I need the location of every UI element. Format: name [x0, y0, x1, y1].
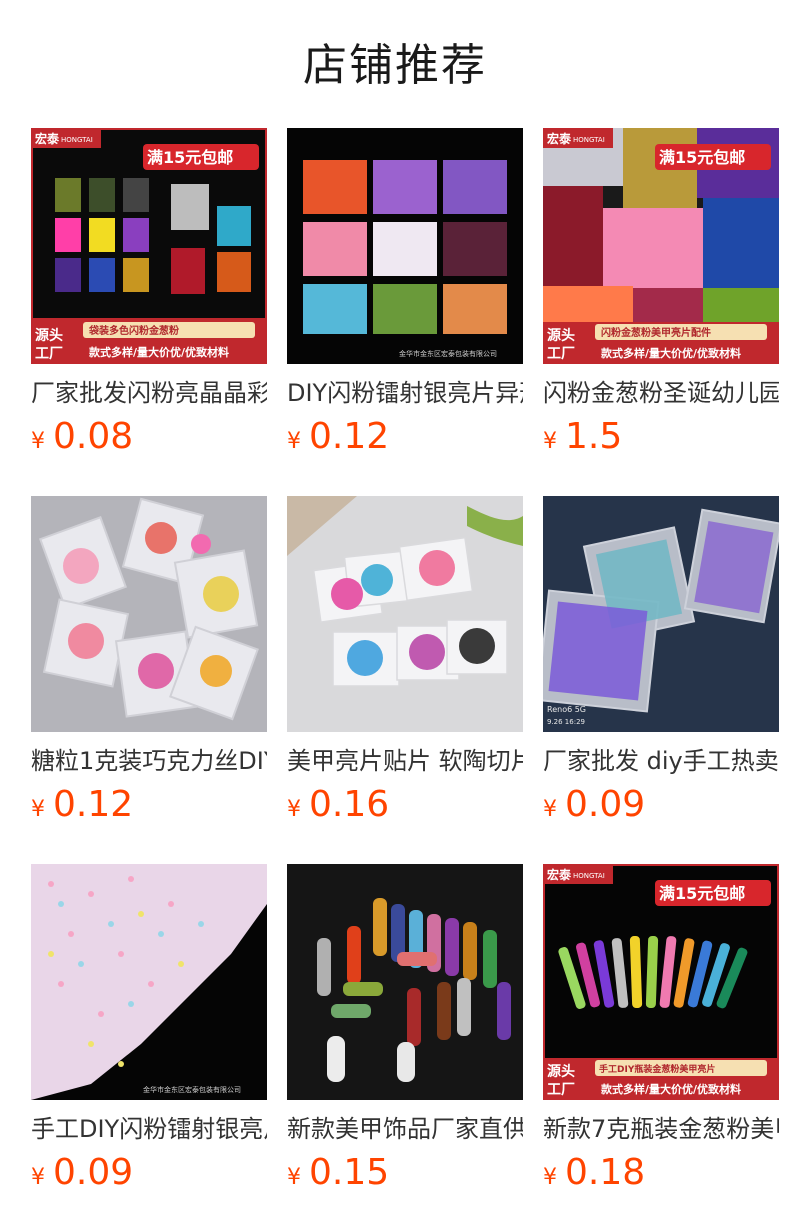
- product-price: ¥0.16: [287, 784, 523, 826]
- watermark-text: 金华市金东区宏泰包装有限公司: [399, 349, 497, 358]
- badge-text: 源头: [547, 327, 575, 344]
- product-title[interactable]: 糖粒1克装巧克力丝DIY: [31, 746, 267, 776]
- currency-symbol: ¥: [543, 429, 557, 454]
- price-amount: 0.09: [53, 1152, 134, 1193]
- product-card[interactable]: 宏泰 HONGTAI 满15元包邮 袋装多色闪粉金葱粉 款式多样/量大价优/优致…: [31, 128, 267, 458]
- product-image[interactable]: [31, 496, 267, 732]
- badge-text: 源头: [35, 327, 63, 344]
- product-image[interactable]: 金华市金东区宏泰包装有限公司: [31, 864, 267, 1100]
- product-image[interactable]: Reno6 5G 9.26 16:29: [543, 496, 779, 732]
- product-card[interactable]: 糖粒1克装巧克力丝DIY ¥0.12: [31, 496, 267, 826]
- brand-en-text: HONGTAI: [573, 136, 605, 144]
- product-price: ¥0.08: [31, 416, 267, 458]
- promo-text: 满15元包邮: [659, 148, 745, 167]
- watermark-time-text: 9.26 16:29: [547, 718, 585, 726]
- price-amount: 0.08: [53, 416, 134, 457]
- badge-text: 工厂: [35, 346, 63, 362]
- currency-symbol: ¥: [287, 797, 301, 822]
- product-card[interactable]: 新款美甲饰品厂家直供 ¥0.15: [287, 864, 523, 1194]
- product-image[interactable]: 宏泰 HONGTAI 满15元包邮 袋装多色闪粉金葱粉 款式多样/量大价优/优致…: [31, 128, 267, 364]
- currency-symbol: ¥: [287, 1165, 301, 1190]
- product-card[interactable]: 金华市金东区宏泰包装有限公司 手工DIY闪粉镭射银亮片 ¥0.09: [31, 864, 267, 1194]
- watermark-text: 金华市金东区宏泰包装有限公司: [143, 1085, 241, 1094]
- page-title: 店铺推荐: [303, 40, 487, 91]
- brand-text: 宏泰: [35, 131, 60, 146]
- currency-symbol: ¥: [31, 797, 45, 822]
- price-amount: 0.15: [309, 1152, 390, 1193]
- product-price: ¥0.12: [31, 784, 267, 826]
- price-amount: 0.12: [53, 784, 134, 825]
- price-amount: 0.18: [565, 1152, 646, 1193]
- product-price: ¥1.5: [543, 416, 779, 458]
- product-title[interactable]: 美甲亮片贴片 软陶切片: [287, 746, 523, 776]
- tag-text: 闪粉金葱粉美甲亮片配件: [601, 326, 711, 339]
- badge-text: 工厂: [547, 1082, 575, 1098]
- product-image[interactable]: 宏泰 HONGTAI 满15元包邮 手工DIY瓶装金葱粉美甲亮片 款式多样/量大…: [543, 864, 779, 1100]
- product-price: ¥0.09: [31, 1152, 267, 1194]
- price-amount: 1.5: [565, 416, 623, 457]
- product-title[interactable]: DIY闪粉镭射银亮片异形: [287, 378, 523, 408]
- price-amount: 0.16: [309, 784, 390, 825]
- product-price: ¥0.18: [543, 1152, 779, 1194]
- product-title[interactable]: 闪粉金葱粉圣诞幼儿园: [543, 378, 779, 408]
- badge-text: 工厂: [547, 346, 575, 362]
- promo-text: 满15元包邮: [659, 884, 745, 903]
- currency-symbol: ¥: [31, 1165, 45, 1190]
- tag-text: 袋装多色闪粉金葱粉: [88, 324, 179, 337]
- brand-text: 宏泰: [547, 867, 572, 882]
- product-title[interactable]: 厂家批发 diy手工热卖: [543, 746, 779, 776]
- store-recommendations-page: 店铺推荐 宏泰 HONGTAI 满15元包邮 袋装多色闪粉金葱粉 款式多样/量大…: [0, 0, 790, 1232]
- watermark-text: Reno6 5G: [547, 705, 586, 714]
- badge-text: 源头: [547, 1063, 575, 1080]
- price-amount: 0.09: [565, 784, 646, 825]
- tag-text: 手工DIY瓶装金葱粉美甲亮片: [599, 1063, 715, 1075]
- currency-symbol: ¥: [287, 429, 301, 454]
- currency-symbol: ¥: [31, 429, 45, 454]
- product-price: ¥0.15: [287, 1152, 523, 1194]
- product-title[interactable]: 新款美甲饰品厂家直供: [287, 1114, 523, 1144]
- product-card[interactable]: Reno6 5G 9.26 16:29 厂家批发 diy手工热卖 ¥0.09: [543, 496, 779, 826]
- product-card[interactable]: 宏泰 HONGTAI 满15元包邮 闪粉金葱粉美甲亮片配件 款式多样/量大价优/…: [543, 128, 779, 458]
- product-image[interactable]: 宏泰 HONGTAI 满15元包邮 闪粉金葱粉美甲亮片配件 款式多样/量大价优/…: [543, 128, 779, 364]
- tag2-text: 款式多样/量大价优/优致材料: [89, 345, 229, 359]
- product-image[interactable]: 金华市金东区宏泰包装有限公司: [287, 128, 523, 364]
- product-image[interactable]: [287, 496, 523, 732]
- product-price: ¥0.12: [287, 416, 523, 458]
- brand-en-text: HONGTAI: [573, 872, 605, 880]
- product-price: ¥0.09: [543, 784, 779, 826]
- currency-symbol: ¥: [543, 1165, 557, 1190]
- price-amount: 0.12: [309, 416, 390, 457]
- promo-text: 满15元包邮: [147, 148, 233, 167]
- product-image[interactable]: [287, 864, 523, 1100]
- product-title[interactable]: 手工DIY闪粉镭射银亮片: [31, 1114, 267, 1144]
- tag2-text: 款式多样/量大价优/优致材料: [601, 346, 741, 360]
- currency-symbol: ¥: [543, 797, 557, 822]
- product-title[interactable]: 厂家批发闪粉亮晶晶彩色: [31, 378, 267, 408]
- brand-text: 宏泰: [547, 131, 572, 146]
- tag2-text: 款式多样/量大价优/优致材料: [601, 1082, 741, 1096]
- brand-en-text: HONGTAI: [61, 136, 93, 144]
- product-card[interactable]: 宏泰 HONGTAI 满15元包邮 手工DIY瓶装金葱粉美甲亮片 款式多样/量大…: [543, 864, 779, 1194]
- product-card[interactable]: 美甲亮片贴片 软陶切片 ¥0.16: [287, 496, 523, 826]
- product-card[interactable]: 金华市金东区宏泰包装有限公司 DIY闪粉镭射银亮片异形 ¥0.12: [287, 128, 523, 458]
- product-title[interactable]: 新款7克瓶装金葱粉美甲: [543, 1114, 779, 1144]
